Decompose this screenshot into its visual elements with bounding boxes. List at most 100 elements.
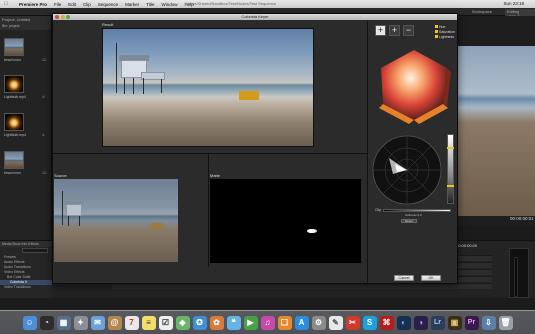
eyedropper-minus-button[interactable]: − (403, 25, 414, 36)
menu-edit[interactable]: Edit (68, 2, 76, 7)
facetime-icon[interactable]: ▶ (243, 315, 258, 330)
tab-media-browser[interactable]: Media Brow (2, 242, 20, 246)
dialog-title: Colorista Keyer (53, 14, 457, 20)
app-store-icon[interactable]: A (294, 315, 309, 330)
result-label: Result (102, 22, 114, 27)
effects-panel: Media Brow Info Effects Presets Audio Ef… (0, 240, 52, 298)
menu-bar:  Premiere Pro File Edit Clip Sequence M… (0, 0, 535, 8)
reminders-icon[interactable]: ☑ (158, 315, 173, 330)
flag-pole (62, 191, 63, 225)
close-icon[interactable] (55, 15, 59, 19)
clip-thumbnail[interactable] (4, 151, 24, 169)
audio-meter (509, 248, 529, 298)
lifeguard-hut (66, 204, 82, 216)
clip-duration: 4: (42, 133, 45, 137)
preview-icon[interactable]: ✎ (328, 315, 343, 330)
window-controls (55, 15, 70, 19)
pdf-icon[interactable]: ✂ (345, 315, 360, 330)
contacts-icon[interactable]: @ (107, 315, 122, 330)
clip-thumbnail[interactable] (4, 38, 24, 56)
mail-icon[interactable]: ✉ (90, 315, 105, 330)
finder-icon[interactable]: ☺ (22, 315, 37, 330)
downloads-icon[interactable]: ⇩ (481, 315, 496, 330)
minimize-icon[interactable] (60, 15, 65, 19)
source-label: Source (54, 173, 67, 178)
calendar-icon[interactable]: 7 (124, 315, 139, 330)
clip-label: Lightbulb.mp4 (4, 95, 26, 99)
program-timecode: 00:00:00:01 (510, 216, 534, 221)
menu-clip[interactable]: Clip (83, 2, 91, 7)
panel-divider (367, 21, 368, 284)
cancel-button[interactable]: Cancel (394, 275, 414, 281)
notes-icon[interactable]: ≡ (141, 315, 156, 330)
softness-label: Softness 0.0 (405, 213, 422, 217)
effects-search-input[interactable] (22, 248, 48, 253)
trash-icon[interactable]: 🗑 (498, 315, 513, 330)
hut-leg (143, 78, 144, 94)
dashboard-icon[interactable]: ◔ (39, 315, 54, 330)
hut-leg (79, 216, 80, 226)
source-preview (54, 179, 178, 262)
menubar-clock: Sun 23:18 (503, 1, 524, 6)
acrobat-icon[interactable]: ⌘ (379, 315, 394, 330)
panel-divider (208, 154, 209, 267)
eyedropper-plus-button[interactable]: + (389, 25, 400, 36)
colorista-keyer-dialog: Colorista Keyer Result Source Matte + + … (52, 13, 458, 284)
hue-vectorscope[interactable] (371, 134, 443, 206)
slider-handle[interactable] (447, 147, 454, 149)
eyedropper-add-button[interactable]: + (375, 25, 386, 36)
menu-app[interactable]: Premiere Pro (19, 2, 47, 7)
menu-window[interactable]: Window (161, 2, 177, 7)
picker-tools: + + − (375, 25, 414, 36)
effects-item[interactable]: Video Transitions (0, 285, 52, 290)
clip-thumbnail[interactable] (4, 113, 24, 131)
slider-handle[interactable] (447, 185, 454, 187)
safari-icon[interactable]: ✪ (192, 315, 207, 330)
menu-file[interactable]: File (54, 2, 61, 7)
timeline-timecode: 00:00:00:00 (456, 243, 478, 248)
premiere-icon[interactable]: Pr (464, 315, 479, 330)
lightroom-icon[interactable]: Lr (430, 315, 445, 330)
softness-value[interactable]: 0.0 (418, 213, 422, 217)
apple-icon[interactable]:  (0, 1, 12, 7)
clip-label: Clip (375, 208, 382, 212)
lightness-slider[interactable] (447, 134, 454, 204)
clip-duration: 12: (42, 171, 47, 175)
menu-title[interactable]: Title (146, 2, 154, 7)
program-frame (455, 46, 535, 216)
legend-lightness[interactable]: Lightness (435, 35, 455, 40)
ok-button[interactable]: OK (421, 275, 441, 281)
messages-icon[interactable]: ❝ (226, 315, 241, 330)
bridge-icon[interactable]: ▣ (447, 315, 462, 330)
photos-icon[interactable]: ✿ (209, 315, 224, 330)
tab-effects[interactable]: Effects (28, 242, 39, 246)
panel-divider (53, 153, 367, 154)
tab-info[interactable]: Info (21, 242, 27, 246)
skype-icon[interactable]: S (362, 315, 377, 330)
launchpad-icon[interactable]: ✦ (73, 315, 88, 330)
mission-control-icon[interactable]: ▦ (56, 315, 71, 330)
after-effects-icon[interactable]: ◑ (413, 315, 428, 330)
matte-label: Matte (210, 173, 221, 178)
reset-button[interactable]: Reset (401, 219, 417, 223)
clip-label: beach.mov (4, 58, 22, 62)
clip-thumbnail[interactable] (4, 75, 24, 93)
menu-sequence[interactable]: Sequence (98, 2, 118, 7)
window-title: /Users/Shared/Sandbox/Test/Nodes/Test Se… (185, 1, 277, 6)
system-prefs-icon[interactable]: ⚙ (311, 315, 326, 330)
clip-duration: 4: (42, 95, 45, 99)
project-panel-header[interactable]: Project: Untitled (0, 16, 51, 23)
hut-leg (133, 78, 134, 94)
bin-label: Bin: project (0, 23, 51, 30)
color-cube[interactable] (375, 46, 453, 124)
photoshop-icon[interactable]: ◐ (396, 315, 411, 330)
flag-pole (116, 43, 117, 93)
ibooks-icon[interactable]: ❏ (277, 315, 292, 330)
menu-marker[interactable]: Marker (125, 2, 139, 7)
clip-range-slider[interactable] (383, 209, 451, 212)
matte-selection (307, 229, 315, 233)
zoom-icon[interactable] (66, 15, 70, 19)
itunes-icon[interactable]: ♫ (260, 315, 275, 330)
maps-icon[interactable]: ◈ (175, 315, 190, 330)
result-preview (102, 28, 314, 147)
